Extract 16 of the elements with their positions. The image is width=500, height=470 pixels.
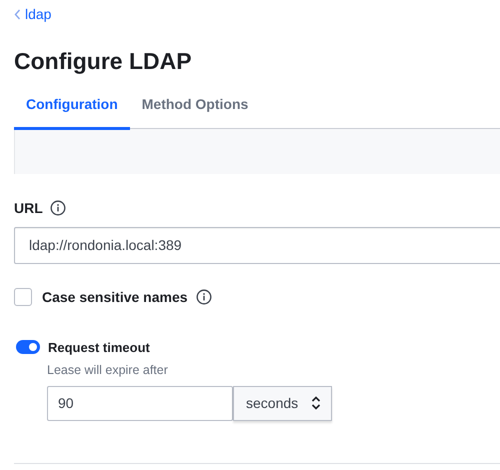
page-title: Configure LDAP bbox=[14, 48, 193, 76]
sort-icon bbox=[311, 395, 321, 412]
toggle-switch[interactable] bbox=[16, 340, 40, 354]
number-field[interactable]: 90 bbox=[47, 386, 233, 421]
input-field[interactable]: ldap://rondonia.local:389 bbox=[14, 226, 500, 264]
checkbox[interactable] bbox=[14, 288, 32, 306]
chevron-left-icon bbox=[14, 9, 21, 20]
field-label: URL bbox=[14, 198, 43, 218]
unit-select[interactable]: seconds bbox=[233, 386, 332, 421]
breadcrumb-link[interactable]: ldap bbox=[14, 4, 52, 25]
checkbox-label: Case sensitive names bbox=[42, 288, 188, 307]
toggle-label: Request timeout bbox=[48, 338, 150, 357]
info-icon[interactable] bbox=[50, 200, 66, 216]
info-icon[interactable] bbox=[196, 289, 212, 306]
help-text: Lease will expire after bbox=[47, 362, 169, 380]
tab[interactable]: Method Options bbox=[130, 90, 260, 130]
